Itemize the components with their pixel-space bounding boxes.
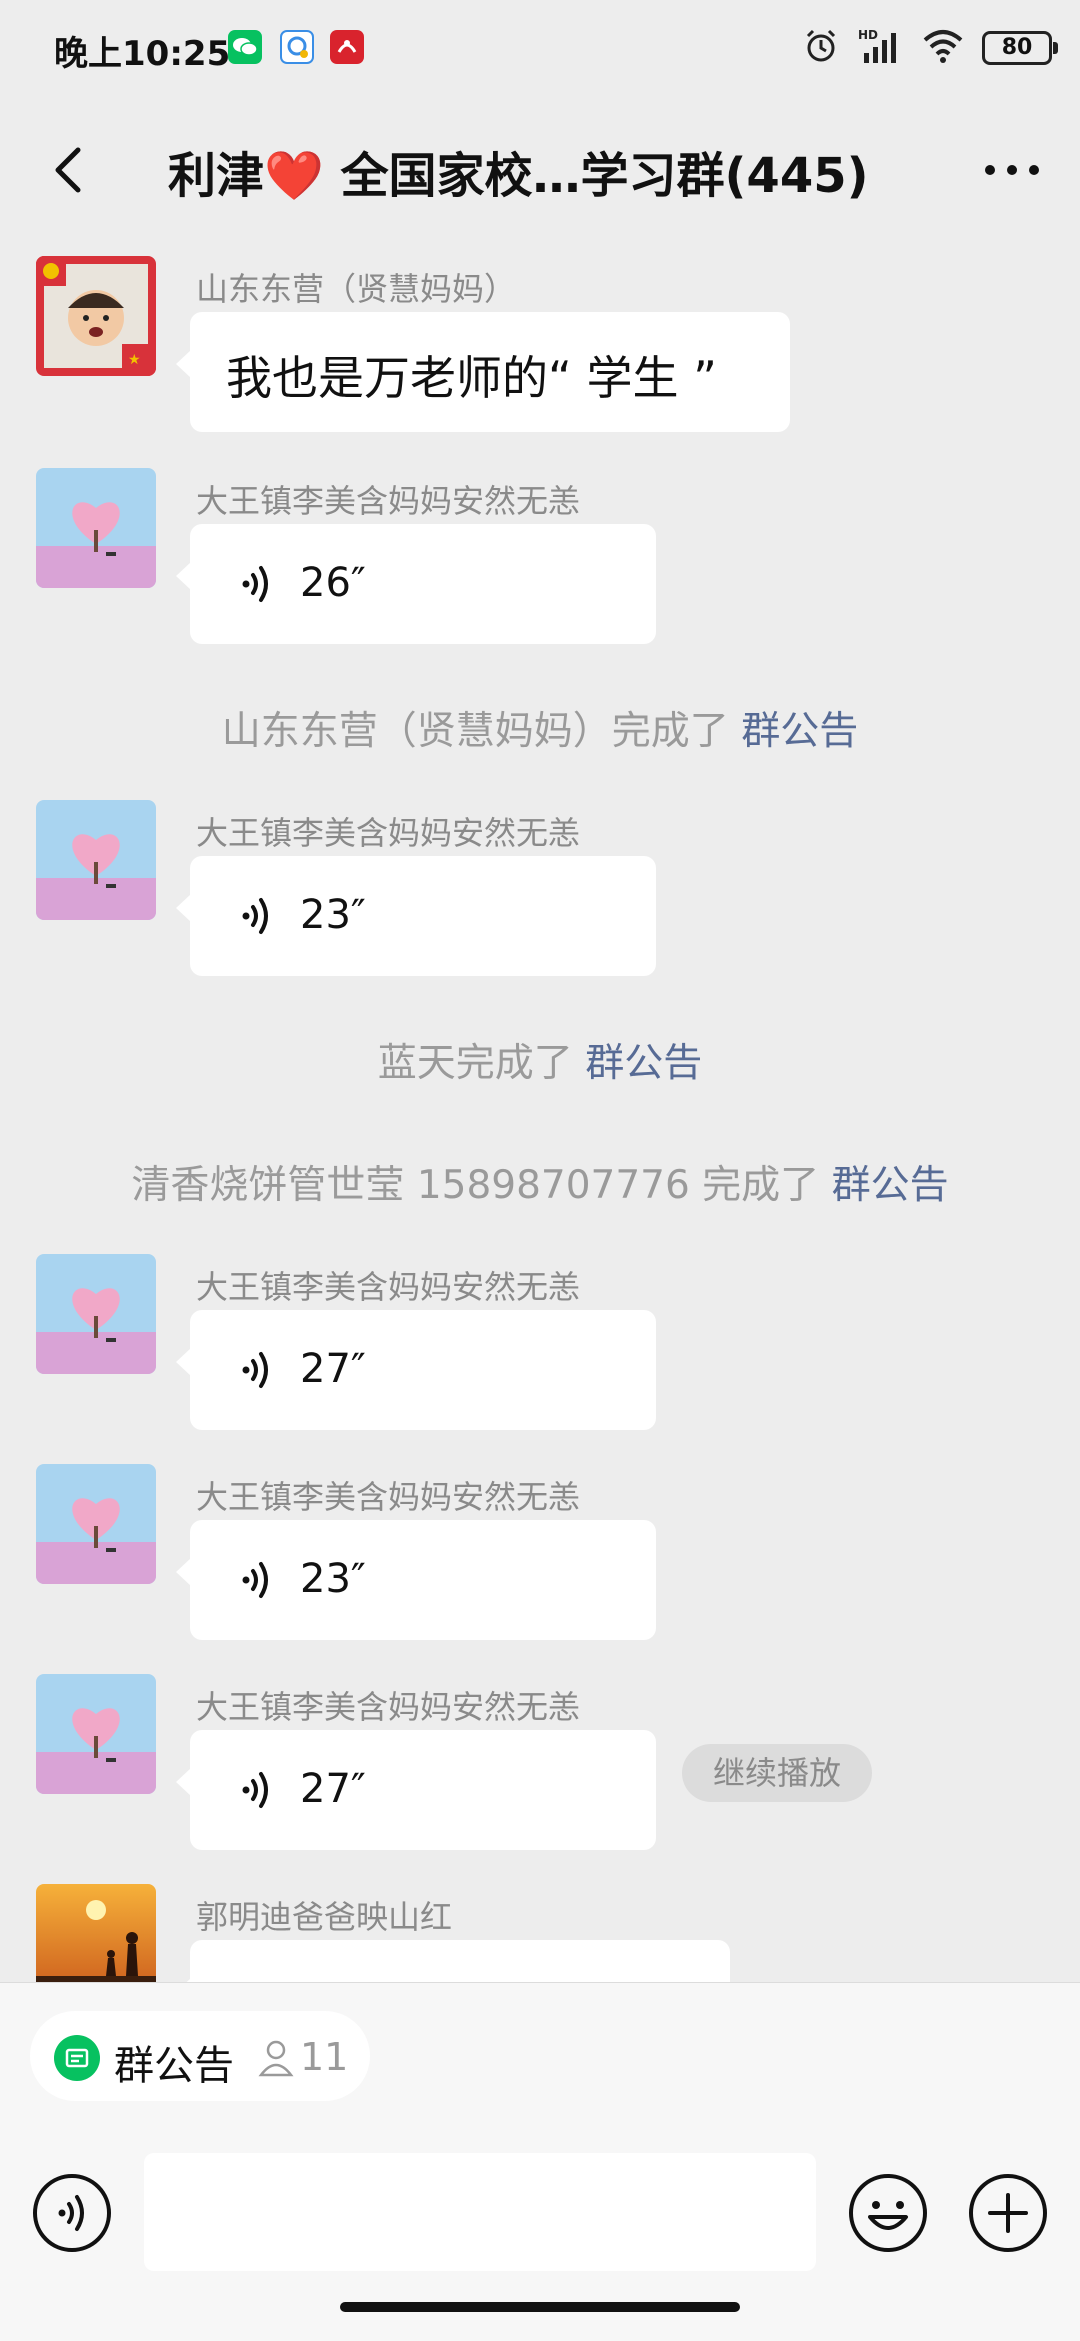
voice-duration: 27″	[300, 1766, 366, 1812]
system-notice: 山东东营（贤慧妈妈）完成了 群公告	[0, 700, 1080, 756]
voice-input-button[interactable]	[32, 2173, 112, 2253]
text-bubble[interactable]	[176, 1940, 730, 1982]
sender-name: 大王镇李美含妈妈安然无恙	[196, 814, 581, 852]
avatar[interactable]	[36, 1464, 156, 1584]
chat-message: ★ 山东东营（贤慧妈妈） 我也是万老师的“ 学生 ”	[0, 240, 1080, 440]
voice-duration: 27″	[300, 1346, 366, 1392]
group-title-suffix: 全国家校…学习群(445)	[323, 148, 869, 204]
chat-message: 郭明迪爸爸映山红	[0, 1868, 1080, 1982]
alarm-icon	[802, 27, 840, 69]
notice-icon	[54, 2035, 100, 2081]
svg-text:HD: HD	[858, 28, 878, 42]
battery-indicator: 80	[982, 31, 1058, 65]
avatar[interactable]	[36, 468, 156, 588]
voice-duration: 23″	[300, 1556, 366, 1602]
sender-name: 大王镇李美含妈妈安然无恙	[196, 1478, 581, 1516]
avatar[interactable]: ★	[36, 256, 156, 376]
wifi-icon	[922, 28, 964, 68]
hd-signal-icon: HD	[858, 27, 904, 69]
voice-message-bubble[interactable]: 23″	[176, 856, 656, 976]
system-notice: 清香烧饼管世莹 15898707776 完成了 群公告	[0, 1154, 1080, 1210]
voice-wave-icon	[242, 1772, 268, 1808]
status-time: 晚上10:25	[54, 34, 231, 74]
voice-wave-icon	[242, 898, 268, 934]
plus-icon	[969, 2174, 1047, 2252]
voice-wave-icon	[242, 1562, 268, 1598]
more-dots-icon	[985, 165, 1039, 175]
avatar[interactable]	[36, 1674, 156, 1794]
home-indicator[interactable]	[340, 2302, 740, 2312]
chat-notification-icon	[280, 30, 314, 64]
chat-message: 大王镇李美含妈妈安然无恙 27″	[0, 1238, 1080, 1438]
avatar[interactable]	[36, 1254, 156, 1374]
voice-duration: 23″	[300, 892, 366, 938]
voice-message-bubble[interactable]: 27″	[176, 1310, 656, 1430]
sender-name: 大王镇李美含妈妈安然无恙	[196, 1688, 581, 1726]
voice-wave-icon	[242, 1352, 268, 1388]
svg-text:★: ★	[128, 352, 141, 368]
continue-playing-button[interactable]: 继续播放	[682, 1744, 872, 1802]
voice-message-bubble[interactable]: 23″	[176, 1520, 656, 1640]
chevron-left-icon	[55, 147, 81, 193]
chat-message: 大王镇李美含妈妈安然无恙 26″	[0, 452, 1080, 652]
group-notice-label: 群公告	[114, 2043, 234, 2089]
system-notice-text: 蓝天完成了	[377, 1041, 586, 1086]
avatar[interactable]	[36, 1884, 156, 1982]
chat-message: 大王镇李美含妈妈安然无恙 23″	[0, 1448, 1080, 1648]
study-app-notification-icon	[330, 30, 364, 64]
avatar[interactable]	[36, 800, 156, 920]
group-title: 利津❤️ 全国家校…学习群(445)	[168, 136, 869, 206]
status-bar: 晚上10:25 HD 80	[0, 0, 1080, 100]
smiley-icon	[849, 2174, 927, 2252]
person-icon	[256, 2037, 296, 2077]
voice-duration: 26″	[300, 560, 366, 606]
group-notice-link[interactable]: 群公告	[832, 1163, 949, 1208]
chat-message-list[interactable]: ★ 山东东营（贤慧妈妈） 我也是万老师的“ 学生 ” 大王镇李美含妈妈安然无恙 …	[0, 240, 1080, 1982]
sender-name: 大王镇李美含妈妈安然无恙	[196, 1268, 581, 1306]
voice-message-bubble[interactable]: 26″	[176, 524, 656, 644]
chat-message: 大王镇李美含妈妈安然无恙 27″	[0, 1658, 1080, 1858]
group-notice-chip[interactable]: 群公告 11	[30, 2011, 370, 2101]
chat-header: 利津❤️ 全国家校…学习群(445)	[0, 100, 1080, 240]
chat-input-panel: 群公告 11	[0, 1982, 1080, 2341]
emoji-button[interactable]	[848, 2173, 928, 2253]
back-button[interactable]	[30, 130, 110, 210]
system-notice: 蓝天完成了 群公告	[0, 1032, 1080, 1088]
voice-wave-icon	[242, 566, 268, 602]
notice-read-count: 11	[300, 2035, 349, 2079]
group-notice-link[interactable]: 群公告	[741, 709, 858, 754]
message-input[interactable]	[144, 2153, 816, 2271]
more-button[interactable]	[972, 130, 1052, 210]
text-bubble[interactable]: 我也是万老师的“ 学生 ”	[176, 312, 790, 432]
system-notice-text: 清香烧饼管世莹 15898707776 完成了	[131, 1163, 832, 1208]
more-functions-button[interactable]	[968, 2173, 1048, 2253]
sender-name: 郭明迪爸爸映山红	[196, 1898, 453, 1936]
sender-name: 大王镇李美含妈妈安然无恙	[196, 482, 581, 520]
heart-emoji: ❤️	[264, 148, 324, 204]
wechat-notification-icon	[228, 30, 262, 64]
chat-message: 大王镇李美含妈妈安然无恙 23″	[0, 784, 1080, 984]
voice-icon	[33, 2174, 111, 2252]
system-notice-text: 山东东营（贤慧妈妈）完成了	[221, 709, 742, 754]
message-text: 我也是万老师的“ 学生 ”	[226, 351, 717, 405]
group-notice-link[interactable]: 群公告	[585, 1041, 702, 1086]
group-title-prefix: 利津	[168, 148, 265, 204]
voice-message-bubble[interactable]: 27″	[176, 1730, 656, 1850]
sender-name: 山东东营（贤慧妈妈）	[196, 270, 517, 308]
